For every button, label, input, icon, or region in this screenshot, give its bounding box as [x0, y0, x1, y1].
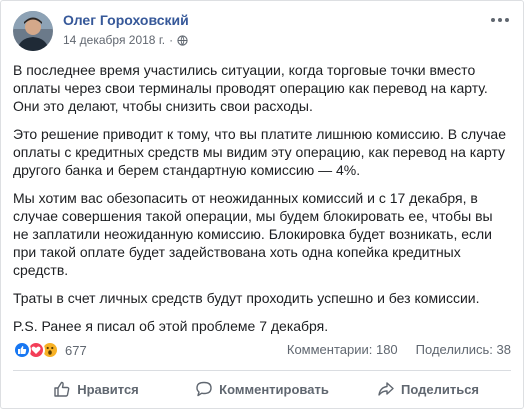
divider	[13, 370, 511, 371]
share-button-label: Поделиться	[400, 381, 480, 397]
post-card: Олег Гороховский 14 декабря 2018 г. · В …	[0, 0, 524, 409]
post-paragraph: Мы хотим вас обезопасить от неожиданных …	[13, 190, 493, 278]
action-bar: Нравится Комментировать Поделиться	[13, 372, 511, 406]
post-date[interactable]: 14 декабря 2018 г.	[63, 33, 165, 47]
comment-button-label: Комментировать	[219, 381, 329, 397]
reaction-count: 677	[65, 342, 87, 358]
like-button-label: Нравится	[77, 381, 139, 397]
shares-count[interactable]: Поделились: 38	[416, 342, 511, 357]
thumbs-up-icon	[54, 381, 70, 397]
comments-count[interactable]: Комментарии: 180	[287, 342, 398, 357]
reaction-summary[interactable]: 677	[13, 340, 87, 360]
date-separator: ·	[169, 33, 174, 47]
post-paragraph: Траты в счет личных средств будут проход…	[13, 290, 480, 306]
more-options-icon[interactable]	[489, 13, 511, 27]
comment-icon	[196, 381, 212, 397]
engagement-stats: Комментарии: 180 Поделились: 38	[287, 342, 511, 357]
post-paragraph: Это решение приводит к тому, что вы плат…	[13, 126, 506, 178]
globe-icon	[177, 34, 188, 46]
author-name[interactable]: Олег Гороховский	[63, 12, 189, 28]
post-paragraph: P.S. Ранее я писал об этой проблеме 7 де…	[13, 318, 329, 334]
like-button[interactable]: Нравится	[13, 372, 179, 406]
like-icon	[13, 341, 31, 359]
post-body: В последнее время участились ситуации, к…	[13, 61, 509, 345]
author-avatar[interactable]	[13, 11, 53, 51]
comment-button[interactable]: Комментировать	[179, 372, 345, 406]
share-arrow-icon	[378, 382, 394, 396]
post-meta: 14 декабря 2018 г. ·	[63, 33, 188, 47]
post-paragraph: В последнее время участились ситуации, к…	[13, 62, 488, 114]
share-button[interactable]: Поделиться	[345, 372, 511, 406]
